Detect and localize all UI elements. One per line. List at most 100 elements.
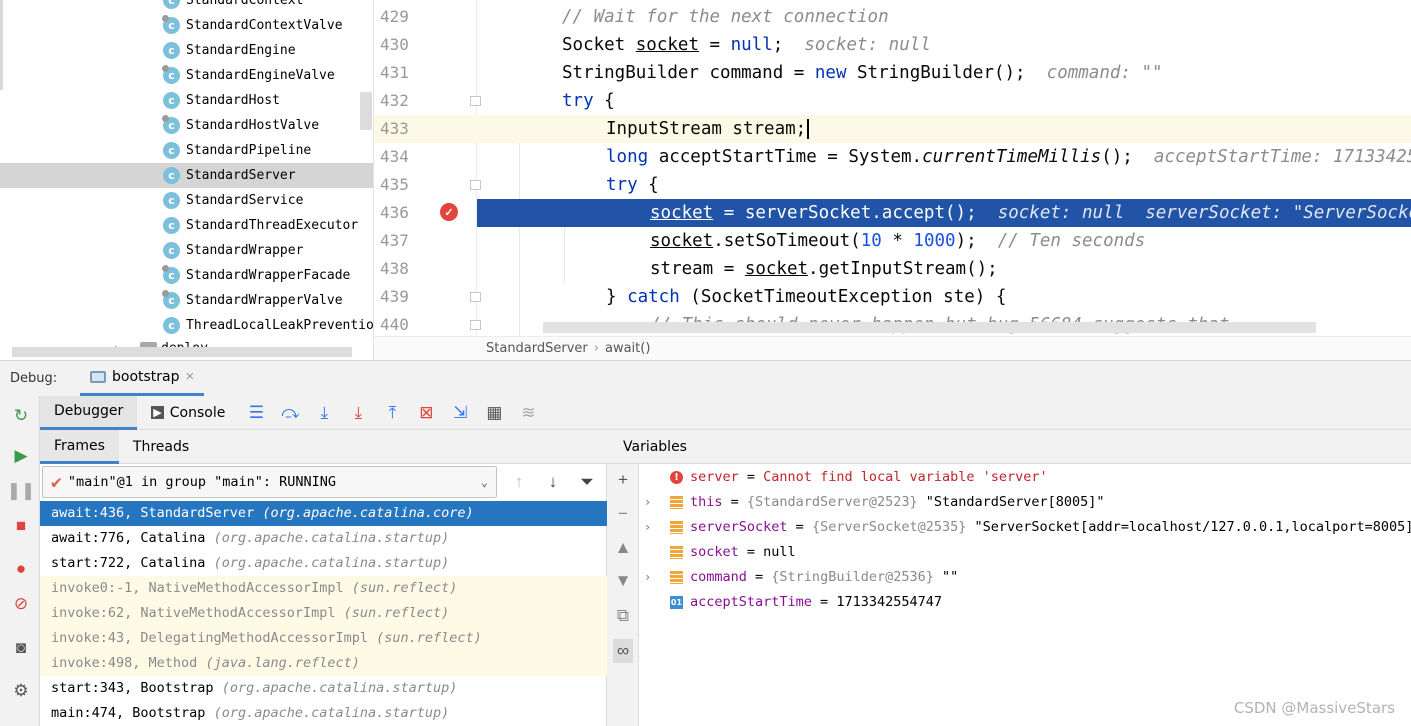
fold-marker-icon[interactable] <box>470 292 481 302</box>
line-number[interactable]: 429 <box>374 3 438 31</box>
line-number[interactable]: 436 <box>374 199 438 227</box>
breakpoint-icon[interactable]: ✓ <box>440 203 458 221</box>
breadcrumb-class[interactable]: StandardServer <box>486 341 588 356</box>
frame-package: (org.apache.catalina.core) <box>262 505 474 521</box>
stack-frame[interactable]: invoke:62, NativeMethodAccessorImpl (sun… <box>40 601 607 626</box>
tree-item[interactable]: c StandardWrapperValve <box>0 288 373 313</box>
code-line-438[interactable]: stream = socket.getInputStream(); <box>477 255 1411 283</box>
code-line-433[interactable]: InputStream stream; <box>477 115 1411 143</box>
line-number[interactable]: 438 <box>374 255 438 283</box>
fold-marker-icon[interactable] <box>470 96 481 106</box>
layout-menu-icon[interactable]: ☰ <box>239 396 273 430</box>
variable-this[interactable]: › this = {StandardServer@2523} "Standard… <box>639 490 1411 515</box>
move-up-icon[interactable]: ▲ <box>613 536 633 560</box>
stack-frame[interactable]: main:474, Bootstrap (org.apache.catalina… <box>40 701 607 726</box>
remove-watch-icon[interactable]: − <box>613 502 633 526</box>
code-line-439[interactable]: } catch (SocketTimeoutException ste) { <box>477 283 1411 311</box>
run-to-cursor-icon[interactable]: ⇲ <box>443 396 477 430</box>
mute-breakpoints-icon[interactable]: ⊘ <box>11 594 31 614</box>
code-line-430[interactable]: Socket socket = null; socket: null <box>477 31 1411 59</box>
variable-socket[interactable]: socket = null <box>639 540 1411 565</box>
line-number[interactable]: 433 <box>374 115 438 143</box>
pause-icon[interactable]: ❚❚ <box>7 481 36 501</box>
fold-marker-icon[interactable] <box>470 320 481 330</box>
stack-frame[interactable]: start:343, Bootstrap (org.apache.catalin… <box>40 676 607 701</box>
stack-frame[interactable]: invoke0:-1, NativeMethodAccessorImpl (su… <box>40 576 607 601</box>
code-line-429[interactable]: // Wait for the next connection <box>477 3 1411 31</box>
step-out-icon[interactable]: ⤒ <box>375 396 409 430</box>
tree-item[interactable]: c StandardEngineValve <box>0 63 373 88</box>
tab-console[interactable]: ▶ Console <box>137 396 239 430</box>
tab-debugger[interactable]: Debugger <box>40 395 138 430</box>
code-line-436-execution-point[interactable]: socket = serverSocket.accept(); socket: … <box>477 199 1411 227</box>
breadcrumb-method[interactable]: await() <box>605 341 650 356</box>
tab-threads[interactable]: Threads <box>119 430 203 464</box>
tree-item[interactable]: c StandardThreadExecutor <box>0 213 373 238</box>
step-into-icon[interactable]: ⤓ <box>341 396 375 430</box>
stack-frame[interactable]: await:776, Catalina (org.apache.catalina… <box>40 526 607 551</box>
line-number[interactable]: 434 <box>374 143 438 171</box>
gear-icon[interactable]: ⚙ <box>11 681 31 701</box>
fold-marker-icon[interactable] <box>470 180 481 190</box>
stack-frame[interactable]: start:722, Catalina (org.apache.catalina… <box>40 551 607 576</box>
code-line-435[interactable]: try { <box>477 171 1411 199</box>
line-number[interactable]: 435 <box>374 171 438 199</box>
filter-icon[interactable]: ⏷ <box>574 470 600 494</box>
tree-item[interactable]: c StandardContextValve <box>0 13 373 38</box>
rerun-icon[interactable]: ↻ <box>11 406 31 426</box>
drop-frame-icon[interactable]: ⊠ <box>409 396 443 430</box>
tree-item[interactable]: c StandardPipeline <box>0 138 373 163</box>
line-number[interactable]: 439 <box>374 283 438 311</box>
code-line-432[interactable]: try { <box>477 87 1411 115</box>
copy-icon[interactable]: ⧉ <box>613 604 633 628</box>
close-icon[interactable]: × <box>186 368 195 385</box>
tab-bootstrap[interactable]: bootstrap × <box>80 360 205 396</box>
tree-item[interactable]: c StandardEngine <box>0 38 373 63</box>
trace-current-stream-icon[interactable]: ≋ <box>511 396 545 430</box>
code-line-431[interactable]: StringBuilder command = new StringBuilde… <box>477 59 1411 87</box>
step-over-icon[interactable]: ⤓ <box>307 396 341 430</box>
show-watches-icon[interactable]: ∞ <box>613 639 633 663</box>
line-number[interactable]: 430 <box>374 31 438 59</box>
variable-acceptStartTime[interactable]: 01 acceptStartTime = 1713342554747 <box>639 590 1411 615</box>
variable-server[interactable]: ! server = Cannot find local variable 's… <box>639 465 1411 490</box>
add-watch-icon[interactable]: + <box>613 468 633 492</box>
line-number[interactable]: 437 <box>374 227 438 255</box>
editor-horizontal-scrollbar[interactable] <box>543 322 1316 333</box>
tab-frames[interactable]: Frames <box>40 430 119 464</box>
expand-chevron-icon[interactable]: › <box>644 515 651 540</box>
show-execution-point-icon[interactable]: ⤼ <box>273 396 307 430</box>
tree-vertical-scrollbar[interactable] <box>360 92 372 130</box>
evaluate-expression-icon[interactable]: ▦ <box>477 396 511 430</box>
thread-selector[interactable]: ✔ "main"@1 in group "main": RUNNING ⌄ <box>42 466 497 498</box>
expand-chevron-icon[interactable]: › <box>644 565 651 590</box>
line-number[interactable]: 431 <box>374 59 438 87</box>
variable-name: this <box>690 494 723 510</box>
expand-chevron-icon[interactable]: › <box>644 490 651 515</box>
stop-icon[interactable]: ■ <box>11 516 31 536</box>
arrow-up-icon[interactable]: ↑ <box>506 470 532 494</box>
tree-item[interactable]: c StandardService <box>0 188 373 213</box>
stack-frame[interactable]: await:436, StandardServer (org.apache.ca… <box>40 501 607 526</box>
line-number[interactable]: 440 <box>374 311 438 339</box>
tree-item[interactable]: c StandardServer <box>0 163 373 188</box>
tree-item[interactable]: c StandardWrapper <box>0 238 373 263</box>
tree-horizontal-scrollbar[interactable] <box>12 347 352 357</box>
tree-item[interactable]: c StandardHostValve <box>0 113 373 138</box>
resume-program-icon[interactable]: ▶ <box>11 446 31 466</box>
tree-item[interactable]: c StandardWrapperFacade <box>0 263 373 288</box>
arrow-down-icon[interactable]: ↓ <box>540 470 566 494</box>
tree-item[interactable]: c StandardContext <box>0 0 373 13</box>
tree-item[interactable]: c ThreadLocalLeakPreventionListener <box>0 313 373 338</box>
code-line-434[interactable]: long acceptStartTime = System.currentTim… <box>477 143 1411 171</box>
variable-serverSocket[interactable]: › serverSocket = {ServerSocket@2535} "Se… <box>639 515 1411 540</box>
stack-frame[interactable]: invoke:43, DelegatingMethodAccessorImpl … <box>40 626 607 651</box>
move-down-icon[interactable]: ▼ <box>613 569 633 593</box>
line-number[interactable]: 432 <box>374 87 438 115</box>
stack-frame[interactable]: invoke:498, Method (java.lang.reflect) <box>40 651 607 676</box>
tree-item[interactable]: c StandardHost <box>0 88 373 113</box>
camera-icon[interactable]: ◙ <box>11 638 31 658</box>
view-breakpoints-icon[interactable]: ● <box>11 559 31 579</box>
code-line-437[interactable]: socket.setSoTimeout(10 * 1000); // Ten s… <box>477 227 1411 255</box>
variable-command[interactable]: › command = {StringBuilder@2536} "" <box>639 565 1411 590</box>
